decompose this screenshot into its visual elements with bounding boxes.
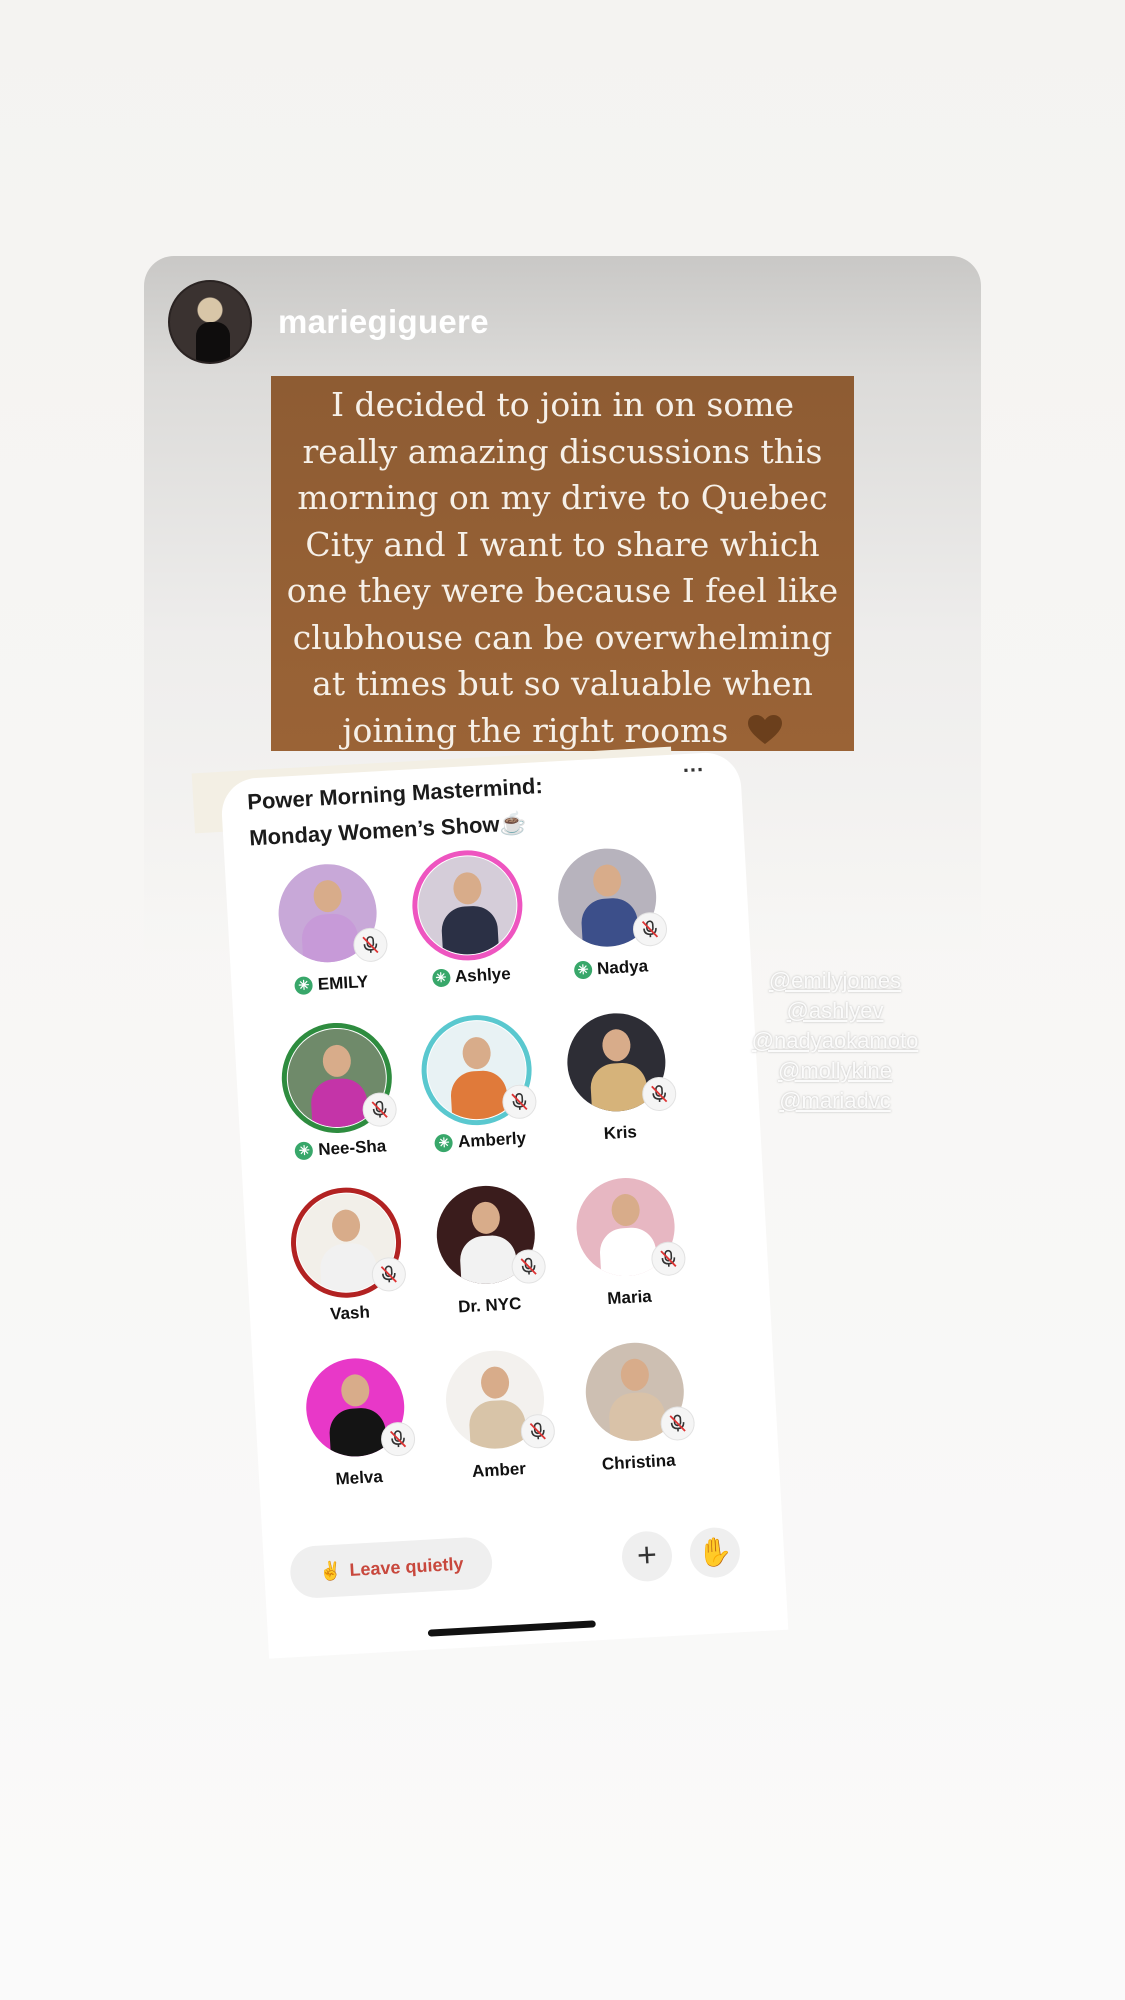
avatar-body [319, 1242, 379, 1295]
muted-mic-icon [650, 1240, 687, 1277]
speaker-name-row: ✳ EMILY [261, 970, 402, 998]
avatar-head [312, 879, 343, 913]
avatar-head [452, 871, 483, 906]
speaker-tile[interactable]: ✳ Ashlye [395, 847, 542, 991]
speaker-tile[interactable]: Maria [553, 1174, 700, 1312]
speaker-tile[interactable]: ✳ EMILY [255, 860, 402, 998]
mention-tag[interactable]: @mariadvc [735, 1086, 935, 1116]
avatar-body [458, 1234, 519, 1287]
speaker-name-row: Melva [289, 1464, 430, 1492]
speaker-name: Maria [606, 1286, 653, 1309]
caption-body: I decided to join in on some really amaz… [286, 385, 839, 750]
more-options-icon[interactable]: ... [682, 751, 705, 778]
avatar-head [610, 1193, 641, 1227]
muted-mic-icon [510, 1248, 547, 1285]
speaker-tile[interactable]: Dr. NYC [413, 1182, 560, 1320]
avatar-head [331, 1208, 361, 1243]
speaker-name-row: Vash [280, 1300, 421, 1328]
speaker-tile[interactable]: ✳ Nee-Sha [264, 1019, 411, 1163]
speaker-name-row: Maria [559, 1284, 700, 1312]
username[interactable]: mariegiguere [278, 303, 489, 341]
avatar-head [461, 1036, 492, 1070]
speaker-name: Kris [603, 1122, 638, 1144]
avatar-body [598, 1226, 658, 1279]
moderator-star-icon: ✳ [573, 960, 593, 980]
avatar-head [340, 1373, 371, 1408]
speaker-name: EMILY [317, 972, 369, 994]
profile-avatar[interactable] [168, 280, 252, 364]
mention-tags: @emilyjomes @ashlyev @nadyaokamoto @mollyki… [735, 966, 935, 1116]
speaker-name: Amberly [457, 1128, 527, 1152]
avatar-head [619, 1358, 650, 1392]
leave-quietly-button[interactable]: ✌️ Leave quietly [288, 1536, 494, 1600]
speaker-name: Christina [601, 1450, 677, 1474]
speaker-name-row: ✳ Nee-Sha [270, 1135, 411, 1163]
muted-mic-icon [352, 926, 389, 963]
avatar-body [309, 1077, 370, 1130]
moderator-star-icon: ✳ [431, 968, 451, 988]
peace-hand-icon: ✌️ [318, 1559, 343, 1582]
moderator-star-icon: ✳ [434, 1133, 454, 1153]
avatar-body [300, 912, 360, 965]
speaker-tile[interactable]: ✳ Amberly [404, 1012, 551, 1155]
home-indicator [427, 1620, 596, 1637]
speaker-name-row: Kris [550, 1119, 691, 1147]
avatar-body [607, 1391, 668, 1444]
speaker-tile[interactable]: Kris [544, 1009, 691, 1147]
muted-mic-icon [632, 911, 668, 948]
leave-quietly-label: Leave quietly [348, 1553, 464, 1580]
speaker-name-row: Christina [568, 1449, 709, 1477]
clubhouse-screenshot: ... Power Morning Mastermind: Monday Wom… [220, 750, 789, 1659]
avatar-body [328, 1406, 388, 1460]
speaker-name: Vash [329, 1302, 371, 1324]
speaker-tile[interactable]: Vash [273, 1184, 421, 1328]
speaker-tile[interactable]: Amber [422, 1347, 569, 1485]
moderator-star-icon: ✳ [294, 1141, 314, 1161]
speaker-name-row: Dr. NYC [419, 1292, 560, 1320]
speaker-tile[interactable]: ✳ Nadya [535, 845, 682, 983]
avatar-body [468, 1398, 528, 1452]
mention-tag[interactable]: @mollykine [735, 1056, 935, 1086]
avatar-head [601, 1028, 632, 1063]
mention-tag[interactable]: @nadyaokamoto [735, 1026, 935, 1056]
mention-tag[interactable]: @emilyjomes [735, 966, 935, 996]
brown-heart-icon [747, 714, 782, 744]
speaker-name: Dr. NYC [457, 1294, 522, 1317]
mention-tag[interactable]: @ashlyev [735, 996, 935, 1026]
speaker-name: Melva [335, 1467, 384, 1489]
caption-text: I decided to join in on some really amaz… [271, 382, 854, 754]
speaker-name-row: Amber [429, 1457, 570, 1485]
avatar-head [592, 863, 623, 898]
avatar-head [470, 1201, 501, 1235]
room-title-line2: Monday Women’s Show☕ [248, 809, 528, 851]
avatar-head [480, 1365, 510, 1400]
caption-box: I decided to join in on some really amaz… [271, 376, 854, 751]
plus-icon[interactable]: + [620, 1530, 674, 1583]
avatar-body [580, 896, 640, 950]
speaker-name-row: ✳ Amberly [410, 1127, 551, 1155]
raise-hand-icon[interactable]: ✋ [688, 1526, 742, 1579]
speaker-tile[interactable]: Christina [562, 1339, 709, 1477]
speaker-name: Nadya [596, 956, 649, 979]
moderator-star-icon: ✳ [294, 976, 314, 996]
speaker-name-row: ✳ Nadya [541, 955, 682, 983]
avatar-head [321, 1044, 352, 1078]
story-header: mariegiguere [168, 280, 489, 364]
avatar-body [449, 1069, 509, 1122]
room-title: Power Morning Mastermind: Monday Women’s… [247, 773, 669, 852]
speaker-name: Amber [471, 1459, 527, 1481]
speaker-name: Ashlye [454, 964, 512, 987]
speaker-tile[interactable]: Melva [283, 1355, 430, 1493]
avatar-body [440, 904, 500, 958]
muted-mic-icon [370, 1256, 407, 1293]
speaker-name-row: ✳ Ashlye [401, 962, 542, 990]
avatar-body [589, 1061, 649, 1114]
speaker-name: Nee-Sha [317, 1136, 387, 1160]
